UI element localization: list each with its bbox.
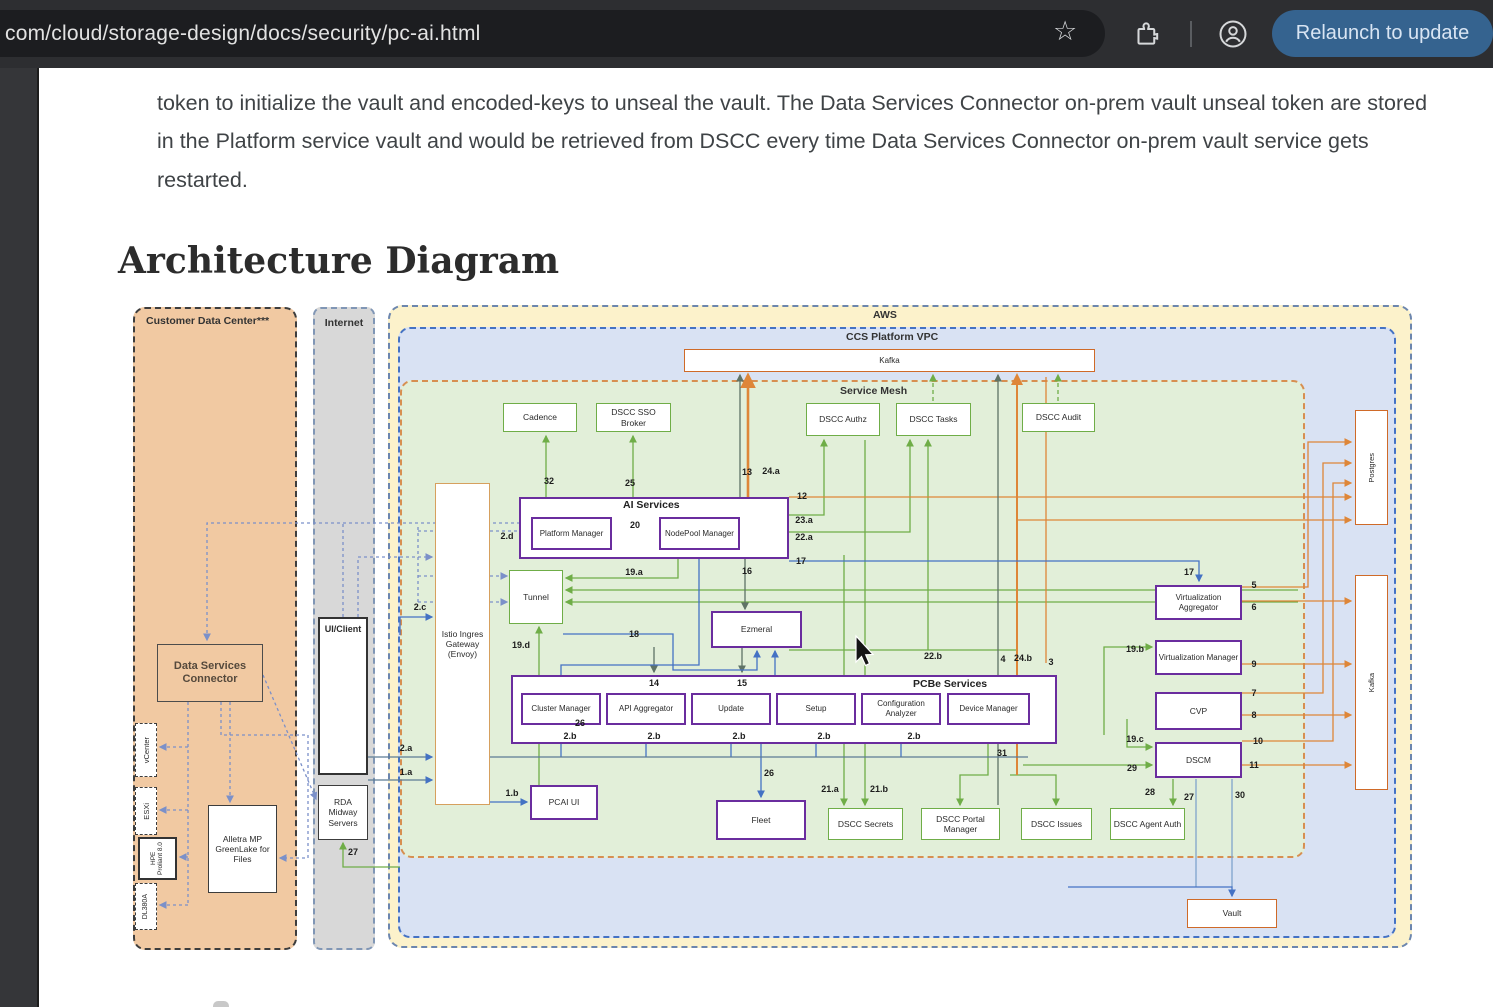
node-postgres-label: Postgres bbox=[1367, 453, 1376, 483]
region-label-ccs-vpc: CCS Platform VPC bbox=[846, 331, 938, 343]
node-dscc-tasks: DSCC Tasks bbox=[896, 403, 971, 436]
node-cvp: CVP bbox=[1155, 692, 1242, 730]
region-label-internet: Internet bbox=[317, 317, 371, 329]
node-esxi-label: ESXi bbox=[142, 803, 151, 820]
article-paragraph: token to initialize the vault and encode… bbox=[157, 84, 1437, 200]
relaunch-button[interactable]: Relaunch to update bbox=[1272, 10, 1493, 57]
group-ai-services-title: AI Services bbox=[623, 499, 680, 511]
node-virtualization-aggregator: Virtualization Aggregator bbox=[1155, 585, 1242, 620]
url-text: com/cloud/storage-design/docs/security/p… bbox=[5, 22, 481, 46]
page-title: Architecture Diagram bbox=[118, 240, 559, 282]
group-pcbe-services-title: PCBe Services bbox=[913, 678, 987, 690]
node-kafka-right: Kafka bbox=[1355, 575, 1388, 790]
node-fleet: Fleet bbox=[716, 800, 806, 840]
node-cadence: Cadence bbox=[503, 403, 577, 432]
node-dl380a-label: DL380A bbox=[142, 894, 150, 919]
node-hpe-proliant-label: HPE Proliant 8.0 bbox=[150, 840, 164, 877]
node-nodepool-manager: NodePool Manager bbox=[659, 517, 740, 550]
node-istio-ingress-gateway: Istio Ingres Gateway (Envoy) bbox=[435, 483, 490, 805]
node-dscc-portal-manager: DSCC Portal Manager bbox=[921, 808, 1000, 840]
region-label-aws: AWS bbox=[873, 309, 897, 321]
browser-toolbar: com/cloud/storage-design/docs/security/p… bbox=[0, 0, 1493, 68]
region-label-customer-dc: Customer Data Center*** bbox=[146, 315, 269, 327]
node-virtualization-manager: Virtualization Manager bbox=[1155, 640, 1242, 675]
architecture-diagram: Customer Data Center*** Internet AWS CCS… bbox=[118, 295, 1412, 956]
node-vault: Vault bbox=[1187, 899, 1277, 928]
node-cluster-manager: Cluster Manager bbox=[521, 693, 601, 725]
node-device-manager: Device Manager bbox=[947, 693, 1030, 725]
node-esxi: ESXi bbox=[135, 787, 157, 835]
address-bar[interactable]: com/cloud/storage-design/docs/security/p… bbox=[0, 10, 1105, 57]
node-rda-midway-servers: RDA Midway Servers bbox=[318, 785, 368, 840]
node-dscc-issues: DSCC Issues bbox=[1021, 808, 1092, 840]
node-vcenter-label: vCenter bbox=[142, 737, 151, 763]
node-dscc-audit: DSCC Audit bbox=[1022, 403, 1095, 432]
node-configuration-analyzer: Configuration Analyzer bbox=[861, 693, 941, 725]
node-dscc-secrets: DSCC Secrets bbox=[828, 808, 903, 840]
partial-next-heading bbox=[213, 1001, 229, 1007]
node-dl380a: DL380A bbox=[135, 883, 157, 930]
side-panel-strip bbox=[0, 68, 39, 1007]
region-label-service-mesh: Service Mesh bbox=[840, 385, 907, 397]
node-data-services-connector: Data Services Connector bbox=[157, 644, 263, 702]
node-dscc-agent-auth: DSCC Agent Auth bbox=[1110, 808, 1185, 840]
toolbar-divider bbox=[1190, 21, 1192, 47]
profile-icon[interactable] bbox=[1218, 19, 1248, 49]
node-dscc-sso-broker: DSCC SSO Broker bbox=[596, 403, 671, 432]
node-kafka-top: Kafka bbox=[684, 349, 1095, 372]
extensions-icon[interactable] bbox=[1134, 20, 1161, 47]
node-api-aggregator: API Aggregator bbox=[606, 693, 686, 725]
node-dscm: DSCM bbox=[1155, 742, 1242, 778]
node-alletra-greenlake: Alletra MP GreenLake for Files bbox=[208, 805, 277, 893]
node-pcai-ui: PCAI UI bbox=[530, 785, 598, 820]
node-dscc-authz: DSCC Authz bbox=[806, 403, 880, 436]
node-hpe-proliant: HPE Proliant 8.0 bbox=[138, 837, 177, 880]
node-update: Update bbox=[691, 693, 771, 725]
node-kafka-right-label: Kafka bbox=[1367, 673, 1376, 692]
node-tunnel: Tunnel bbox=[509, 570, 563, 624]
node-postgres: Postgres bbox=[1355, 410, 1388, 525]
node-vcenter: vCenter bbox=[135, 723, 157, 777]
node-setup: Setup bbox=[776, 693, 856, 725]
node-ui-client: UI/Client bbox=[318, 617, 368, 775]
node-platform-manager: Platform Manager bbox=[531, 517, 612, 550]
node-ezmeral: Ezmeral bbox=[711, 611, 802, 648]
bookmark-star-icon[interactable]: ☆ bbox=[1053, 18, 1077, 45]
